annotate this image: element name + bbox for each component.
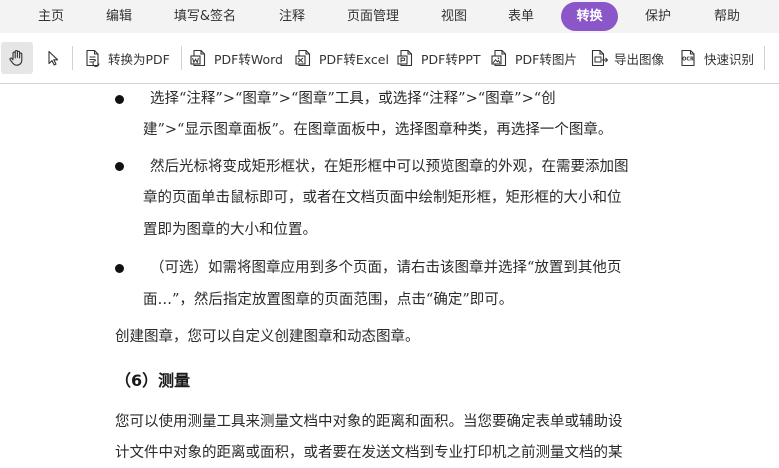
hand-tool-button[interactable] bbox=[1, 42, 33, 74]
pdf-to-image-button[interactable]: PDF转图片 bbox=[490, 42, 577, 74]
bullet-point bbox=[115, 162, 124, 171]
document-page: 选择“注释”>“图章”>“图章”工具，或选择“注释”>“图章”>“创 建”>“显… bbox=[0, 84, 779, 468]
menu-fill-sign[interactable]: 填写&签名 bbox=[164, 2, 246, 31]
convert-to-pdf-button[interactable]: 转换为PDF bbox=[83, 42, 170, 74]
section-heading-measure: （6）测量 bbox=[115, 371, 191, 390]
ocr-icon: OCR bbox=[681, 49, 695, 67]
pdf-to-image-label: PDF转图片 bbox=[515, 51, 577, 67]
word-document-icon bbox=[190, 49, 206, 67]
menu-convert[interactable]: 转换 bbox=[561, 2, 618, 31]
ocr-icon-text: OCR bbox=[682, 57, 694, 63]
convert-to-pdf-label: 转换为PDF bbox=[108, 51, 170, 67]
bullet3-line1: （可选）如需将图章应用到多个页面，请右击该图章并选择“放置到其他页 bbox=[150, 260, 622, 276]
convert-document-icon bbox=[86, 49, 100, 67]
pdf-to-ppt-button[interactable]: PDF转PPT bbox=[396, 42, 481, 74]
toolbar-divider bbox=[764, 46, 765, 70]
paragraph-create-stamp: 创建图章，您可以自定义创建图章和动态图章。 bbox=[115, 329, 420, 345]
paragraph-measure-line2: 计文件中对象的距离或面积，或者要在发送文档到专业打印机之前测量文档的某 bbox=[115, 445, 623, 461]
pdf-to-excel-button[interactable]: PDF转Excel bbox=[294, 42, 389, 74]
menu-protect[interactable]: 保护 bbox=[634, 2, 682, 31]
excel-document-icon bbox=[295, 49, 311, 67]
pdf-to-ppt-label: PDF转PPT bbox=[421, 51, 481, 67]
export-image-label: 导出图像 bbox=[614, 51, 665, 67]
hand-pan-icon bbox=[9, 49, 23, 66]
export-image-icon bbox=[591, 49, 609, 67]
bullet2-line1: 然后光标将变成矩形框状，在矩形框中可以预览图章的外观，在需要添加图 bbox=[150, 159, 629, 175]
menu-edit[interactable]: 编辑 bbox=[95, 2, 143, 31]
pdf-to-excel-label: PDF转Excel bbox=[319, 51, 389, 67]
export-image-button[interactable]: 导出图像 bbox=[589, 42, 664, 74]
menu-home[interactable]: 主页 bbox=[27, 2, 75, 31]
ppt-document-icon bbox=[397, 49, 413, 67]
pdf-to-word-label: PDF转Word bbox=[214, 51, 283, 67]
ocr-button[interactable]: OCR 快速识别 bbox=[679, 42, 754, 74]
menu-form[interactable]: 表单 bbox=[497, 2, 545, 31]
bullet2-line3: 置即为图章的大小和位置。 bbox=[143, 222, 317, 238]
toolbar-divider bbox=[72, 46, 73, 70]
ribbon-toolbar: 转换为PDF PDF转Word PDF转Excel PDF转PPT PDF转图片… bbox=[0, 33, 779, 84]
menu-comment[interactable]: 注释 bbox=[266, 2, 318, 31]
menu-view[interactable]: 视图 bbox=[428, 2, 480, 31]
bullet-point bbox=[115, 264, 124, 273]
bullet1-line2: 建”>“显示图章面板”。在图章面板中，选择图章种类，再选择一个图章。 bbox=[143, 122, 613, 138]
bullet2-line2: 章的页面单击鼠标即可，或者在文档页面中绘制矩形框，矩形框的大小和位 bbox=[143, 190, 622, 206]
image-document-icon bbox=[491, 49, 507, 67]
bullet1-line1: 选择“注释”>“图章”>“图章”工具，或选择“注释”>“图章”>“创 bbox=[150, 91, 556, 107]
toolbar-divider bbox=[181, 46, 182, 70]
menu-bar: 主页 编辑 填写&签名 注释 页面管理 视图 表单 转换 保护 帮助 bbox=[0, 0, 779, 33]
select-tool-button[interactable] bbox=[40, 42, 66, 74]
pdf-editor-window: 主页 编辑 填写&签名 注释 页面管理 视图 表单 转换 保护 帮助 转换为PD… bbox=[0, 0, 779, 468]
menu-page-management[interactable]: 页面管理 bbox=[337, 2, 409, 31]
bullet3-line2: 面…”，然后指定放置图章的页面范围，点击“确定”即可。 bbox=[143, 292, 514, 308]
paragraph-measure-line1: 您可以使用测量工具来测量文档中对象的距离和面积。当您要确定表单或辅助设 bbox=[115, 414, 623, 430]
pdf-to-word-button[interactable]: PDF转Word bbox=[189, 42, 283, 74]
menu-help[interactable]: 帮助 bbox=[703, 2, 751, 31]
arrow-select-icon bbox=[48, 50, 59, 66]
ocr-label: 快速识别 bbox=[704, 51, 755, 67]
bullet-point bbox=[115, 95, 124, 104]
